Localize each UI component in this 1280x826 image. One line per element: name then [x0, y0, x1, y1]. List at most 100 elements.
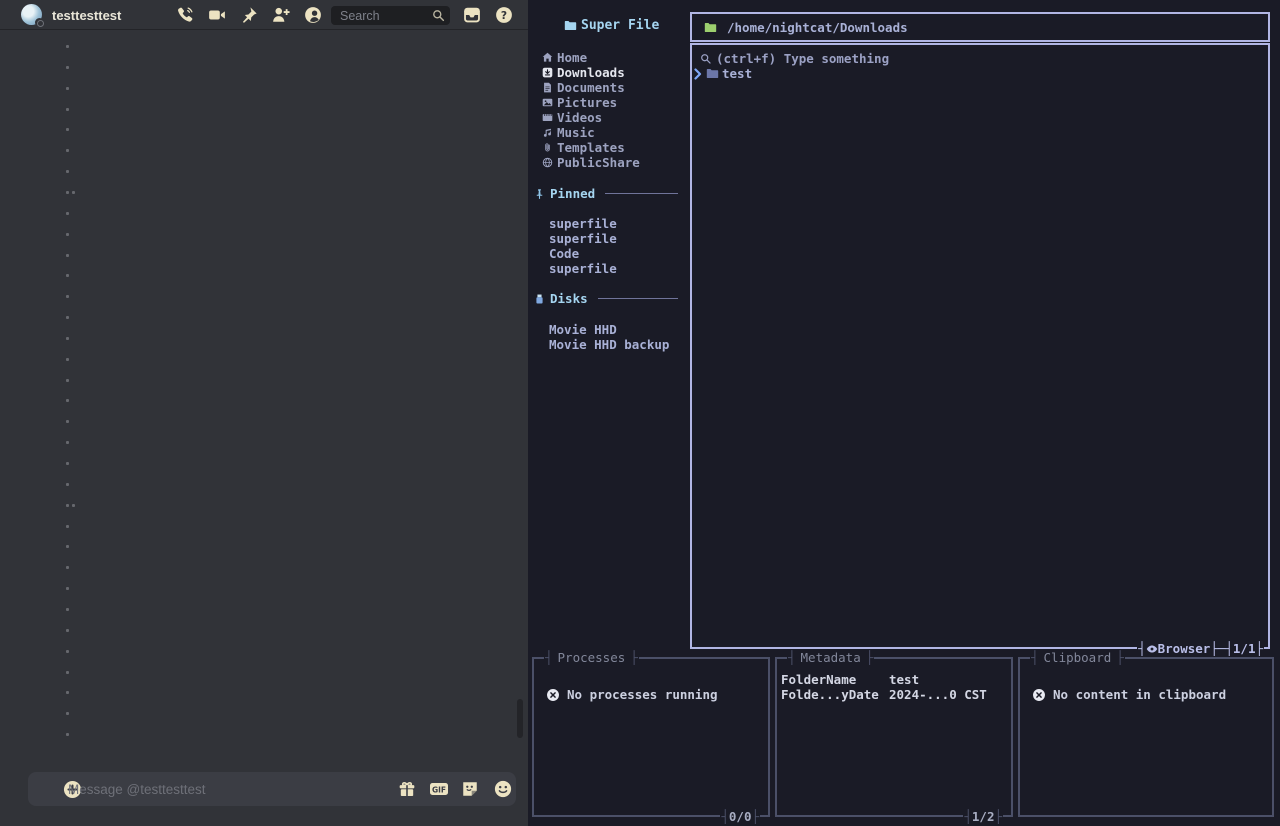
dm-title: testtesttest — [52, 8, 121, 23]
chat-message-dot — [66, 441, 69, 444]
sidebar-item-templates[interactable]: Templates — [542, 140, 640, 155]
avatar[interactable] — [21, 4, 42, 25]
pinned-item[interactable]: Code — [549, 246, 617, 261]
selected-file-cursor — [694, 68, 702, 80]
chat-message-dot — [66, 358, 69, 361]
current-path: /home/nightcat/Downloads — [727, 20, 908, 35]
disk-item[interactable]: Movie HHD — [549, 322, 669, 337]
video-icon — [542, 112, 553, 123]
file-row-test[interactable]: test — [694, 66, 752, 81]
disks-section-header: Disks — [534, 291, 678, 306]
metadata-key: FolderName — [781, 672, 889, 687]
chat-message-dot — [66, 566, 69, 569]
metadata-value: 2024-...0 CST — [889, 687, 987, 702]
file-folder-icon — [706, 67, 719, 80]
inbox-icon[interactable] — [463, 6, 481, 24]
message-input[interactable] — [68, 772, 368, 806]
clipboard-panel: ┤Clipboard├ No content in clipboard — [1018, 657, 1274, 817]
app-title: Super File — [564, 18, 659, 33]
paperclip-icon — [542, 142, 553, 153]
divider — [598, 298, 678, 299]
metadata-panel: ┤Metadata├ FolderNametest Folde...yDate2… — [775, 657, 1013, 817]
pinned-list: superfile superfile Code superfile — [549, 216, 617, 276]
pinned-messages-icon[interactable] — [240, 6, 258, 24]
chat-message-dot — [66, 212, 69, 215]
metadata-rows: FolderNametest Folde...yDate2024-...0 CS… — [781, 672, 987, 702]
gift-icon[interactable] — [398, 780, 416, 798]
pinned-item[interactable]: superfile — [549, 216, 617, 231]
chat-message-dot — [66, 712, 69, 715]
disk-item[interactable]: Movie HHD backup — [549, 337, 669, 352]
chat-message-dot — [66, 108, 69, 111]
processes-panel: ┤Processes├ No processes running ┤0/0├ — [532, 657, 770, 817]
pinned-item[interactable]: superfile — [549, 231, 617, 246]
chat-message-dot — [66, 66, 69, 69]
sidebar-item-videos[interactable]: Videos — [542, 110, 640, 125]
metadata-title: ┤Metadata├ — [787, 651, 874, 664]
chat-message-dot — [66, 295, 69, 298]
disks-list: Movie HHD Movie HHD backup — [549, 322, 669, 352]
sidebar-item-music[interactable]: Music — [542, 125, 640, 140]
chat-message-dot — [66, 587, 69, 590]
chat-message-dot — [66, 650, 69, 653]
chat-message-dot — [66, 191, 75, 194]
file-search-bar[interactable]: (ctrl+f) Type something — [700, 51, 889, 66]
eye-icon — [1146, 643, 1158, 655]
pin-icon — [534, 188, 545, 200]
file-browser-panel: (ctrl+f) Type something test ┤ Browser ├… — [690, 43, 1270, 649]
globe-icon — [542, 157, 553, 168]
chat-message-dot — [66, 316, 69, 319]
pinned-item[interactable]: superfile — [549, 261, 617, 276]
chat-message-dot — [66, 545, 69, 548]
sidebar-item-home[interactable]: Home — [542, 50, 640, 65]
search-box[interactable] — [331, 6, 450, 25]
chat-message-dot — [66, 525, 69, 528]
file-search-icon — [700, 53, 712, 65]
metadata-value: test — [889, 672, 919, 687]
chat-message-dot — [66, 504, 75, 507]
sidebar-item-documents[interactable]: Documents — [542, 80, 640, 95]
downloads-icon — [542, 67, 553, 78]
app-folder-icon — [564, 19, 577, 32]
chat-message-dot — [66, 483, 69, 486]
chat-scrollbar[interactable] — [517, 699, 523, 738]
dm-header: testtesttest ? — [0, 0, 528, 30]
chat-message-dot — [66, 149, 69, 152]
add-friend-icon[interactable] — [272, 6, 290, 24]
chat-message-dot — [66, 420, 69, 423]
video-call-icon[interactable] — [208, 6, 226, 24]
x-circle-icon — [546, 688, 560, 702]
chat-message-dot — [66, 128, 69, 131]
search-input[interactable] — [340, 9, 426, 23]
message-composer[interactable]: GIF — [28, 772, 516, 806]
chat-message-dot — [66, 671, 69, 674]
status-indicator — [35, 18, 44, 27]
sidebar-item-downloads[interactable]: Downloads — [542, 65, 640, 80]
chat-area — [0, 30, 528, 772]
x-circle-icon — [1032, 688, 1046, 702]
voice-call-icon[interactable] — [176, 6, 194, 24]
music-icon — [542, 127, 553, 138]
chat-message-dot — [66, 254, 69, 257]
help-icon[interactable]: ? — [495, 6, 513, 24]
sidebar-item-pictures[interactable]: Pictures — [542, 95, 640, 110]
processes-empty-message: No processes running — [546, 687, 718, 702]
sticker-icon[interactable] — [461, 780, 479, 798]
svg-text:?: ? — [501, 9, 507, 22]
home-icon — [542, 52, 553, 63]
file-name: test — [722, 66, 752, 81]
chat-message-dot — [66, 691, 69, 694]
clipboard-empty-message: No content in clipboard — [1032, 687, 1226, 702]
search-icon — [432, 9, 445, 22]
gif-picker-icon[interactable]: GIF — [429, 780, 449, 798]
emoji-icon[interactable] — [494, 780, 512, 798]
processes-title: ┤Processes├ — [544, 651, 639, 664]
path-folder-icon — [704, 21, 717, 34]
sidebar-item-publicshare[interactable]: PublicShare — [542, 155, 640, 170]
chat-message-dot — [66, 274, 69, 277]
picture-icon — [542, 97, 553, 108]
svg-text:GIF: GIF — [432, 785, 446, 794]
metadata-counter: ┤1/2├ — [963, 810, 1003, 823]
user-profile-icon[interactable] — [304, 6, 322, 24]
discord-pane: testtesttest ? GIF — [0, 0, 528, 826]
